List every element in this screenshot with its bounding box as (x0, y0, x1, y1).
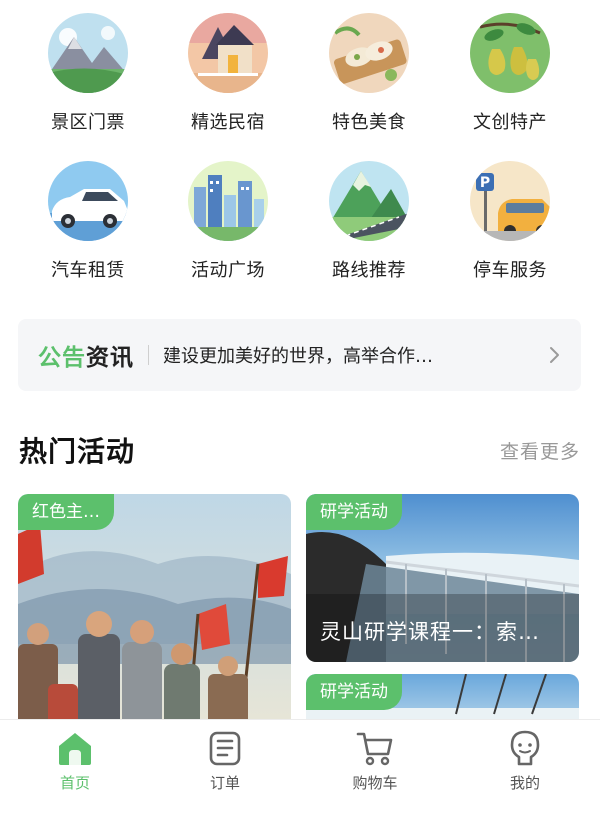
mountain-scenery-icon (48, 13, 128, 93)
tab-label: 购物车 (352, 774, 398, 792)
category-route-recommend[interactable]: 路线推荐 (299, 161, 439, 282)
notice-brand-dark: 资讯 (86, 345, 134, 371)
svg-text:P: P (480, 175, 490, 191)
activity-tag: 研学活动 (306, 494, 402, 530)
view-more-link[interactable]: 查看更多 (500, 437, 580, 464)
category-car-rental[interactable]: 汽车租赁 (18, 161, 158, 282)
tab-orders[interactable]: 订单 (150, 728, 300, 793)
order-icon (205, 728, 245, 768)
activity-caption: 灵山研学课程一：索… (320, 620, 540, 644)
tab-label: 首页 (59, 774, 90, 792)
tab-label: 我的 (509, 774, 540, 792)
food-icon (329, 13, 409, 93)
category-label: 路线推荐 (332, 260, 406, 281)
category-label: 景区门票 (51, 112, 125, 133)
notice-text: 建设更加美好的世界，高举合作… (163, 346, 433, 367)
activity-tag: 研学活动 (306, 674, 402, 710)
category-label: 停车服务 (473, 260, 547, 281)
tab-profile[interactable]: 我的 (450, 728, 600, 793)
category-parking[interactable]: P 停车服务 (440, 161, 580, 282)
category-local-food[interactable]: 特色美食 (299, 13, 439, 134)
notice-bar[interactable]: 公告资讯 建设更加美好的世界，高举合作… (18, 319, 581, 391)
category-homestay[interactable]: 精选民宿 (158, 13, 298, 134)
category-scenic-tickets[interactable]: 景区门票 (18, 13, 158, 134)
tab-label: 订单 (209, 774, 240, 792)
mountain-road-icon (329, 161, 409, 241)
activity-card[interactable]: 红色主… (18, 494, 291, 734)
home-icon (55, 728, 95, 768)
category-label: 活动广场 (191, 260, 265, 281)
house-icon (188, 13, 268, 93)
tab-home[interactable]: 首页 (0, 728, 150, 793)
category-cultural-products[interactable]: 文创特产 (440, 13, 580, 134)
chevron-right-icon[interactable] (535, 335, 575, 375)
category-label: 特色美食 (332, 112, 406, 133)
activity-card[interactable]: 研学活动 灵山研学课程一：索… (306, 494, 579, 662)
pear-icon (470, 13, 550, 93)
notice-brand: 公告资讯 (38, 338, 134, 372)
activity-tag: 红色主… (18, 494, 114, 530)
category-activity-square[interactable]: 活动广场 (158, 161, 298, 282)
notice-brand-green: 公告 (38, 345, 86, 371)
category-label: 文创特产 (473, 112, 547, 133)
cart-icon (355, 728, 395, 768)
tab-cart[interactable]: 购物车 (300, 728, 450, 793)
activity-card-image (18, 494, 291, 734)
category-grid: 景区门票 精选民宿 特色美食 文创特产 汽车租赁 活动广场 路线推荐 P 停车服… (0, 0, 600, 300)
category-label: 精选民宿 (191, 112, 265, 133)
city-buildings-icon (188, 161, 268, 241)
section-title: 热门活动 (19, 435, 136, 468)
car-icon (48, 161, 128, 241)
bottom-tab-bar: 首页 订单 购物车 我的 (0, 719, 600, 817)
category-label: 汽车租赁 (51, 260, 125, 281)
parking-icon: P (470, 161, 550, 241)
profile-icon (505, 728, 545, 768)
notice-divider (148, 345, 149, 365)
